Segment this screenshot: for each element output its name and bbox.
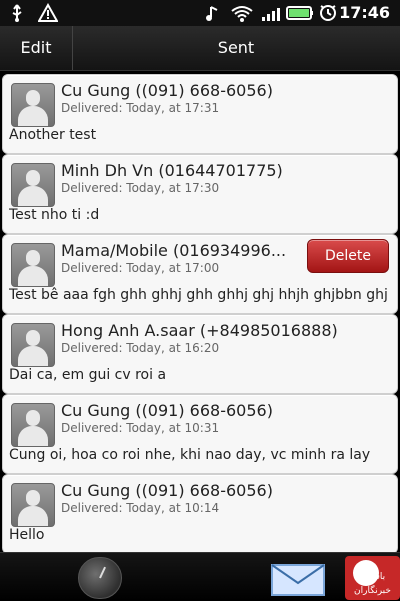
message-text: Cung oi, hoa co roi nhe, khi nao day, vc… xyxy=(9,447,371,463)
page-title: Sent xyxy=(217,38,255,57)
contact-avatar xyxy=(11,483,55,527)
delivery-status: Delivered: Today, at 17:00 xyxy=(61,261,220,275)
contact-name: Cu Gung ((091) 668-6056) xyxy=(61,481,273,500)
edit-button[interactable]: Edit xyxy=(0,26,73,70)
wifi-icon xyxy=(231,6,253,22)
delivery-status: Delivered: Today, at 16:20 xyxy=(61,341,220,355)
delivery-status: Delivered: Today, at 10:31 xyxy=(61,421,220,435)
top-toolbar: Edit Sent xyxy=(0,26,400,71)
message-item[interactable]: Cu Gung ((091) 668-6056) Delivered: Toda… xyxy=(2,474,398,552)
contact-avatar xyxy=(11,403,55,447)
music-icon xyxy=(206,6,218,21)
delivery-status: Delivered: Today, at 10:14 xyxy=(61,501,220,515)
alarm-icon xyxy=(320,5,336,21)
usb-icon xyxy=(12,4,22,22)
contact-name: Hong Anh A.saar (+84985016888) xyxy=(61,321,338,340)
message-item[interactable]: Cu Gung ((091) 668-6056) Delivered: Toda… xyxy=(2,394,398,474)
status-bar: 17:46 xyxy=(0,0,400,26)
envelope-icon[interactable] xyxy=(270,561,326,597)
message-text: Test bê aaa fgh ghh ghhj ghh ghhj ghj hh… xyxy=(9,287,389,303)
contact-name: Cu Gung ((091) 668-6056) xyxy=(61,81,273,100)
message-item[interactable]: Minh Dh Vn (01644701775) Delivered: Toda… xyxy=(2,154,398,234)
delivery-status: Delivered: Today, at 17:31 xyxy=(61,101,220,115)
contact-avatar xyxy=(11,243,55,287)
sent-message-list[interactable]: Cu Gung ((091) 668-6056) Delivered: Toda… xyxy=(0,72,400,552)
contact-name: Minh Dh Vn (01644701775) xyxy=(61,161,283,180)
warning-icon xyxy=(38,3,58,22)
signal-icon xyxy=(262,8,280,21)
watermark-text: باشگاه خبرنگاران xyxy=(354,572,391,596)
contact-avatar xyxy=(11,83,55,127)
bottom-bar xyxy=(0,552,400,601)
status-time: 17:46 xyxy=(339,3,390,22)
watermark-logo: باشگاه خبرنگاران xyxy=(345,556,400,600)
delivery-status: Delivered: Today, at 17:30 xyxy=(61,181,220,195)
delete-button[interactable]: Delete xyxy=(307,239,389,273)
message-item[interactable]: Cu Gung ((091) 668-6056) Delivered: Toda… xyxy=(2,74,398,154)
battery-icon xyxy=(286,6,313,20)
message-item[interactable]: Hong Anh A.saar (+84985016888) Delivered… xyxy=(2,314,398,394)
contact-avatar xyxy=(11,163,55,207)
contact-name: Mama/Mobile (016934996... xyxy=(61,241,287,260)
contact-name: Cu Gung ((091) 668-6056) xyxy=(61,401,273,420)
message-text: Another test xyxy=(9,127,97,143)
message-text: Hello xyxy=(9,527,45,543)
contact-avatar xyxy=(11,323,55,367)
message-text: Test nho ti :d xyxy=(9,207,100,223)
message-item[interactable]: Mama/Mobile (016934996... Delivered: Tod… xyxy=(2,234,398,314)
message-text: Dai ca, em gui cv roi a xyxy=(9,367,167,383)
clock-icon[interactable] xyxy=(78,557,122,599)
